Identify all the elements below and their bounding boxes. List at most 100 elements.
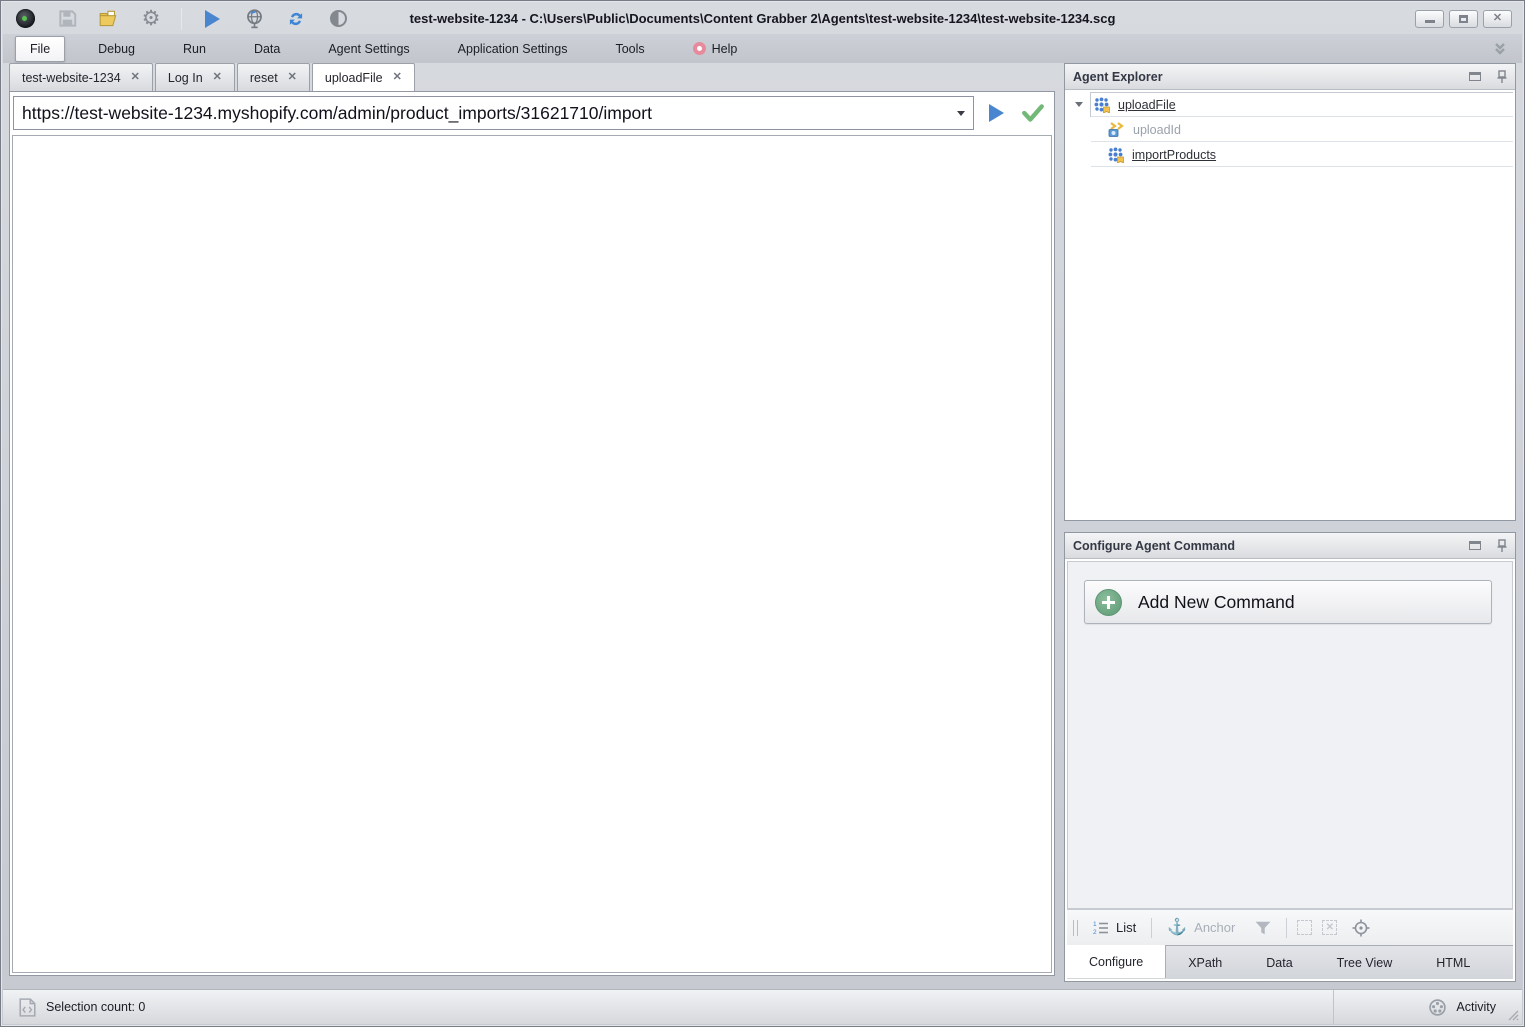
plus-circle-icon [1095, 589, 1122, 616]
chevron-double-down-icon [1492, 42, 1508, 56]
configure-panel-body: Add New Command [1067, 561, 1513, 909]
pin-icon[interactable] [1497, 70, 1507, 84]
open-agent-button[interactable] [95, 6, 123, 32]
document-tab-strip: test-website-1234 ✕ Log In ✕ reset ✕ upl… [9, 63, 1055, 91]
url-dropdown-icon[interactable] [957, 111, 965, 116]
url-combo-box[interactable] [13, 96, 974, 130]
tab-log-in[interactable]: Log In ✕ [155, 63, 235, 91]
tab-xpath[interactable]: XPath [1166, 946, 1244, 979]
window-controls: ✕ [1415, 10, 1522, 28]
tab-close-icon[interactable]: ✕ [393, 72, 402, 83]
configure-toolbar: 1 2 List ⚓ Anchor [1067, 909, 1513, 945]
tab-label: reset [250, 71, 278, 85]
tab-configure[interactable]: Configure [1067, 945, 1166, 978]
anchor-tool-button[interactable]: ⚓ Anchor [1162, 917, 1240, 939]
play-icon [205, 10, 220, 28]
help-icon [693, 42, 706, 55]
agent-explorer-title: Agent Explorer [1073, 70, 1163, 84]
activity-status[interactable]: Activity [1333, 990, 1522, 1024]
tab-uploadfile[interactable]: uploadFile ✕ [312, 63, 415, 91]
target-icon [1352, 919, 1370, 937]
tab-test-website-1234[interactable]: test-website-1234 ✕ [9, 63, 153, 91]
agent-explorer-panel: Agent Explorer [1064, 63, 1516, 521]
tab-close-icon[interactable]: ✕ [213, 72, 222, 83]
browser-pane [9, 91, 1055, 976]
expander-icon[interactable] [1075, 102, 1083, 107]
configure-command-panel: Configure Agent Command Add New Command [1064, 532, 1516, 982]
contrast-icon [330, 10, 347, 27]
toolbar-grip[interactable] [1073, 920, 1078, 936]
list-tool-button[interactable]: 1 2 List [1088, 917, 1141, 939]
filter-icon [1255, 921, 1271, 935]
tab-close-icon[interactable]: ✕ [288, 72, 297, 83]
selection-document-icon [19, 998, 36, 1017]
collapse-ribbon-button[interactable] [1492, 42, 1508, 56]
menu-tools[interactable]: Tools [600, 36, 659, 62]
settings-button[interactable]: ⚙ [137, 6, 165, 32]
clear-selection-x-icon: ✕ [1326, 923, 1334, 933]
svg-text:2: 2 [1093, 929, 1097, 936]
app-menu-button[interactable] [11, 6, 39, 32]
browser-viewport[interactable] [12, 135, 1052, 973]
tab-html[interactable]: HTML [1414, 946, 1492, 979]
tab-label: uploadFile [325, 71, 383, 85]
navigate-button[interactable] [981, 98, 1011, 128]
save-icon [58, 9, 77, 28]
tab-close-icon[interactable]: ✕ [131, 72, 140, 83]
menu-help[interactable]: Help [678, 36, 753, 62]
globe-icon [244, 8, 265, 29]
maximize-panel-icon[interactable] [1469, 541, 1481, 550]
right-dock: Agent Explorer [1064, 63, 1518, 982]
url-input[interactable] [22, 103, 951, 124]
close-button[interactable]: ✕ [1483, 10, 1512, 28]
menu-application-settings[interactable]: Application Settings [443, 36, 583, 62]
tree-item-uploadfile[interactable]: uploadFile [1067, 92, 1513, 117]
pin-icon[interactable] [1497, 539, 1507, 553]
tree-item-label: uploadId [1133, 123, 1181, 137]
gear-icon: ⚙ [142, 8, 161, 29]
refresh-button[interactable] [282, 6, 310, 32]
locate-tool-button[interactable] [1347, 916, 1375, 940]
svg-text:1: 1 [1093, 921, 1097, 928]
add-new-command-button[interactable]: Add New Command [1084, 580, 1492, 624]
restore-button[interactable] [1449, 10, 1478, 28]
toolbar-separator [1151, 918, 1152, 938]
menu-data[interactable]: Data [239, 36, 295, 62]
status-bar: Selection count: 0 Activity [3, 989, 1522, 1024]
agent-command-icon [1107, 146, 1124, 163]
activity-reel-icon [1428, 998, 1447, 1017]
menu-help-label: Help [712, 42, 738, 56]
confirm-url-button[interactable] [1018, 98, 1048, 128]
tab-reset[interactable]: reset ✕ [237, 63, 310, 91]
tab-tree-view[interactable]: Tree View [1315, 946, 1415, 979]
menu-file[interactable]: File [15, 36, 65, 62]
configure-panel-title: Configure Agent Command [1073, 539, 1235, 553]
title-bar: ⚙ test-website-123 [3, 3, 1522, 34]
numbered-list-icon: 1 2 [1093, 920, 1109, 936]
resize-grip-icon[interactable] [1506, 1008, 1519, 1021]
tree-item-importproducts[interactable]: importProducts [1067, 142, 1513, 167]
tab-data[interactable]: Data [1244, 946, 1314, 979]
minimize-button[interactable] [1415, 10, 1444, 28]
run-agent-button[interactable] [198, 6, 226, 32]
maximize-panel-icon[interactable] [1469, 72, 1481, 81]
open-browser-button[interactable] [240, 6, 268, 32]
activity-label: Activity [1456, 1000, 1496, 1014]
save-button[interactable] [53, 6, 81, 32]
menu-agent-settings[interactable]: Agent Settings [313, 36, 424, 62]
open-folder-icon [98, 9, 120, 29]
menu-debug[interactable]: Debug [83, 36, 150, 62]
filter-tool-button[interactable] [1250, 918, 1276, 938]
anchor-icon: ⚓ [1167, 920, 1187, 936]
tree-item-label: uploadFile [1118, 98, 1176, 112]
configure-panel-header: Configure Agent Command [1065, 533, 1515, 559]
capture-data-icon [1107, 121, 1125, 138]
tab-label: Log In [168, 71, 203, 85]
select-region-button[interactable] [1297, 920, 1312, 935]
checkmark-icon [1021, 102, 1045, 124]
clear-selection-button[interactable]: ✕ [1322, 920, 1337, 935]
contrast-button[interactable] [324, 6, 352, 32]
tree-item-uploadid[interactable]: uploadId [1067, 117, 1513, 142]
navigate-play-icon [989, 104, 1004, 122]
menu-run[interactable]: Run [168, 36, 221, 62]
